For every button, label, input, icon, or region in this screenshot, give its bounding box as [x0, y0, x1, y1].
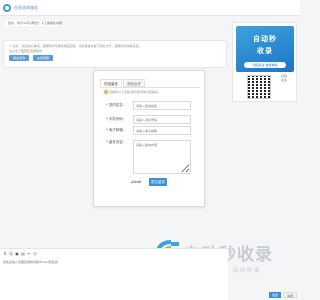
- promo-panel: 自动秒 收录 扫码关注 免费体验 扫码关注: [232, 22, 297, 102]
- tab-business[interactable]: 商务合作: [123, 79, 145, 87]
- content-textarea[interactable]: [133, 140, 191, 174]
- promo-banner[interactable]: 自动秒 收录 扫码关注 免费体验: [236, 26, 294, 72]
- name-label: 您的姓名:: [108, 103, 124, 107]
- phone-input[interactable]: [133, 115, 191, 124]
- online-service-button[interactable]: 在线客服: [33, 55, 54, 61]
- info-icon: !: [104, 90, 108, 94]
- email-input[interactable]: [133, 126, 191, 135]
- info-card: ① 您好，请您耐心等待。客服暂时忙碌请稍后回复。请您留言并留下联系方式，客服将尽…: [3, 40, 227, 68]
- form-notice: ! 请填写以下表格,我们会尽快与您联系。: [104, 90, 161, 94]
- promo-subtitle: 扫码关注 免费体验: [244, 62, 286, 68]
- history-icon[interactable]: ◷: [33, 252, 37, 256]
- screenshot-icon[interactable]: ✂: [27, 252, 31, 256]
- promo-line-1: 自动秒: [253, 34, 277, 43]
- emoji-icon[interactable]: ☺: [9, 252, 13, 256]
- promo-line-2: 收录: [257, 46, 273, 55]
- captcha-image[interactable]: A5m8: [131, 179, 145, 184]
- qr-label: 扫码关注: [281, 74, 288, 82]
- close-button[interactable]: 关闭: [282, 292, 297, 298]
- file-icon[interactable]: ▤: [21, 252, 25, 256]
- submit-message-button[interactable]: 提交留言: [149, 178, 167, 186]
- logo-icon: [3, 3, 11, 12]
- font-icon[interactable]: A: [3, 252, 7, 256]
- email-row: *电子邮箱:: [100, 126, 200, 135]
- email-label: 电子邮箱:: [108, 128, 124, 132]
- name-input[interactable]: [133, 101, 191, 110]
- phone-label: 手机号码:: [108, 117, 124, 121]
- leave-message-button[interactable]: 留言咨询: [9, 55, 30, 61]
- tab-leave-message[interactable]: 在线留言: [100, 79, 122, 87]
- input-area: A ☺ ▣ ▤ ✂ ◷: [0, 248, 228, 300]
- app-title: 在线咨询服务: [14, 4, 38, 10]
- content-row: *留言内容:: [100, 140, 200, 174]
- info-hint: 请点击下面按钮选择操作: [9, 49, 43, 53]
- top-bar: 在线咨询服务: [0, 0, 300, 16]
- name-row: *您的姓名:: [100, 101, 200, 110]
- send-button[interactable]: 发送: [268, 292, 281, 298]
- content-label: 留言内容:: [108, 140, 124, 144]
- image-icon[interactable]: ▣: [15, 252, 19, 256]
- message-form-dialog: 在线留言 商务合作 ! 请填写以下表格,我们会尽快与您联系。 *您的姓名: *手…: [93, 70, 205, 207]
- qr-code: [247, 75, 271, 99]
- bottom-bar: 发送 关闭: [228, 290, 300, 300]
- message-input[interactable]: [3, 259, 203, 265]
- bot-greeting: 您好，有什么可以帮您？人工客服在线服务。: [5, 20, 62, 26]
- phone-row: *手机号码:: [100, 115, 200, 124]
